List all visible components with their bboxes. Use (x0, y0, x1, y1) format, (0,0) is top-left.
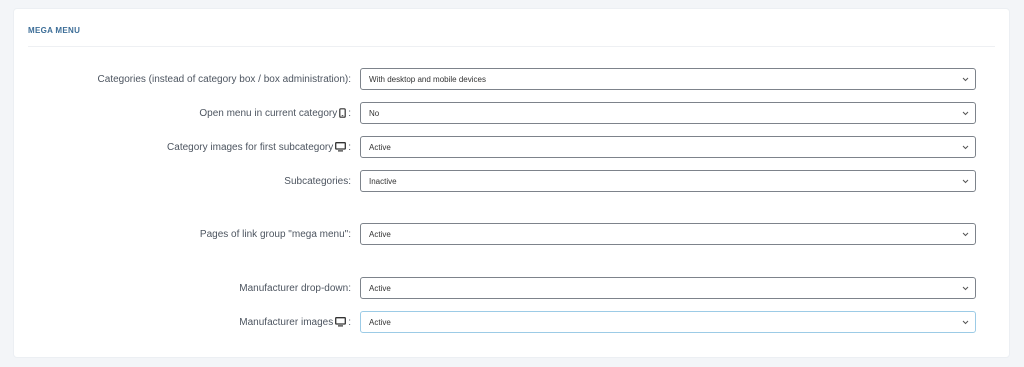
select-value: Active (369, 317, 391, 327)
setting-label-category-images: Category images for first subcategory : (167, 136, 351, 158)
select-value: Active (369, 283, 391, 293)
desktop-icon (335, 142, 347, 152)
setting-label-text: Manufacturer images (239, 316, 334, 328)
setting-row-categories: Categories (instead of category box / bo… (14, 68, 1009, 90)
setting-label-text: Manufacturer drop-down: (239, 282, 351, 294)
manufacturer-images-select[interactable]: Active (360, 311, 976, 333)
setting-label-text: Pages of link group "mega menu": (199, 228, 351, 240)
setting-label-manufacturer-images: Manufacturer images : (239, 311, 351, 333)
chevron-down-icon (957, 179, 973, 184)
select-value: Inactive (369, 176, 397, 186)
mega-menu-panel: MEGA MENU Categories (instead of categor… (14, 9, 1009, 357)
setting-label-categories: Categories (instead of category box / bo… (98, 68, 351, 90)
select-value: Active (369, 229, 391, 239)
setting-label-link-group-pages: Pages of link group "mega menu": (200, 223, 351, 245)
chevron-down-icon (957, 145, 973, 150)
chevron-down-icon (957, 111, 973, 116)
select-value: No (369, 108, 380, 118)
open-menu-select[interactable]: No (360, 102, 976, 124)
label-colon: : (348, 316, 351, 328)
setting-row-category-images: Category images for first subcategory : … (14, 136, 1009, 158)
setting-row-manufacturer-images: Manufacturer images : Active (14, 311, 1009, 333)
setting-row-open-menu: Open menu in current category : No (14, 102, 1009, 124)
setting-row-subcategories: Subcategories: Inactive (14, 170, 1009, 192)
desktop-icon (335, 317, 347, 327)
category-images-select[interactable]: Active (360, 136, 976, 158)
select-value: With desktop and mobile devices (369, 74, 486, 84)
mobile-icon (339, 108, 347, 118)
link-group-pages-select[interactable]: Active (360, 223, 976, 245)
chevron-down-icon (957, 320, 973, 325)
manufacturer-dropdown-select[interactable]: Active (360, 277, 976, 299)
label-colon: : (348, 141, 351, 153)
setting-label-text: Subcategories: (284, 175, 351, 187)
chevron-down-icon (957, 286, 973, 291)
subcategories-select[interactable]: Inactive (360, 170, 976, 192)
setting-row-manufacturer-dropdown: Manufacturer drop-down: Active (14, 277, 1009, 299)
title-divider (28, 46, 995, 47)
setting-row-link-group-pages: Pages of link group "mega menu": Active (14, 223, 1009, 245)
panel-title: MEGA MENU (28, 26, 81, 35)
chevron-down-icon (957, 232, 973, 237)
setting-label-text: Open menu in current category (199, 107, 338, 119)
label-colon: : (348, 107, 351, 119)
setting-label-text: Categories (instead of category box / bo… (97, 73, 351, 85)
categories-select[interactable]: With desktop and mobile devices (360, 68, 976, 90)
setting-label-manufacturer-dropdown: Manufacturer drop-down: (239, 277, 351, 299)
setting-label-open-menu: Open menu in current category : (199, 102, 351, 124)
setting-label-text: Category images for first subcategory (167, 141, 334, 153)
chevron-down-icon (957, 77, 973, 82)
setting-label-subcategories: Subcategories: (284, 170, 351, 192)
select-value: Active (369, 142, 391, 152)
